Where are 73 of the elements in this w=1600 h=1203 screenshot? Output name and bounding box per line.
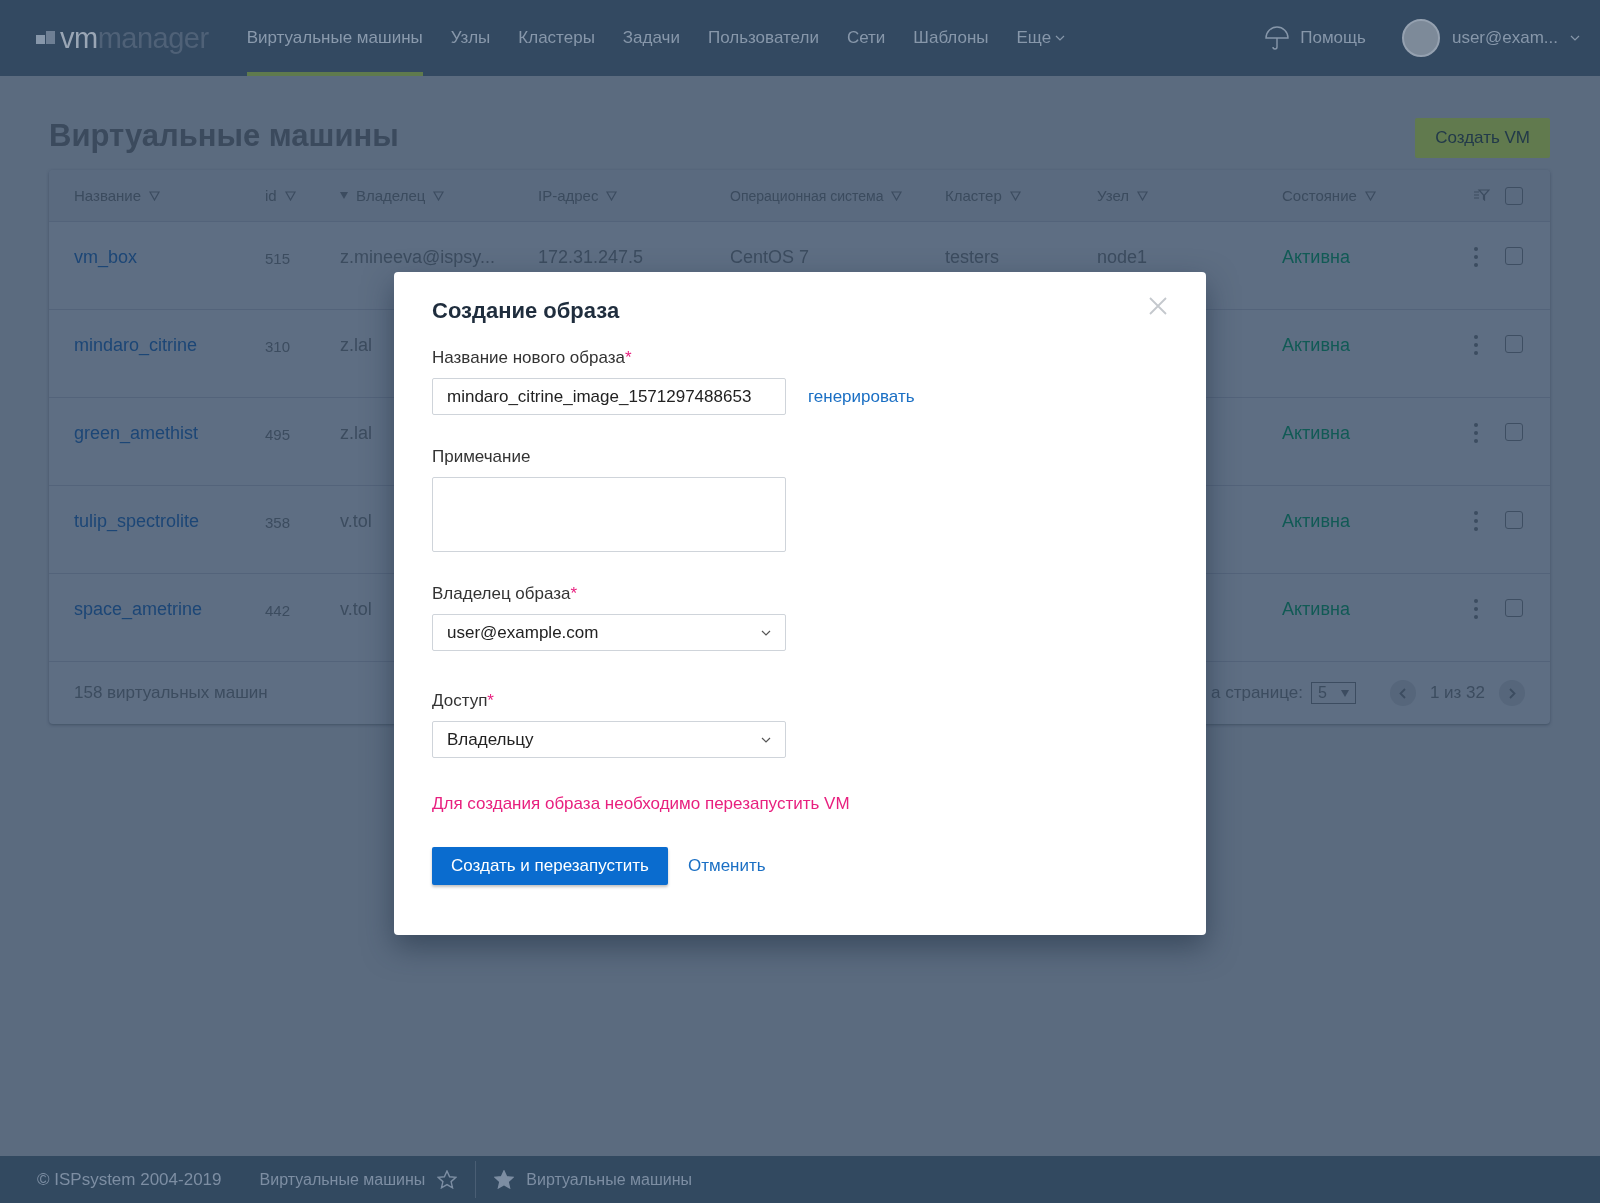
text-field[interactable]: mindaro_citrine_image_1571297488653 — [432, 378, 786, 415]
row-checkbox[interactable] — [1505, 423, 1523, 441]
vm-name-link[interactable]: green_amethist — [74, 423, 199, 443]
chevron-left-icon — [1399, 687, 1407, 699]
user-name[interactable]: user@exam... — [1451, 28, 1558, 48]
more-vertical-icon[interactable] — [1474, 335, 1478, 355]
dropdown-field[interactable]: Владельцу — [432, 721, 786, 758]
row-checkbox[interactable] — [1505, 247, 1523, 265]
status-text: Активна — [1282, 423, 1350, 443]
user-avatar[interactable] — [1401, 19, 1440, 57]
chevron-down-icon — [761, 736, 771, 743]
previous-page-button[interactable] — [1389, 680, 1416, 706]
more-vertical-icon[interactable] — [1474, 423, 1478, 443]
sort-arrow-icon[interactable] — [340, 192, 348, 199]
comment-field[interactable] — [432, 477, 786, 552]
more-vertical-icon[interactable] — [1474, 599, 1478, 619]
dropdown-arrow-icon — [1340, 689, 1349, 697]
filter-icon[interactable] — [1137, 190, 1148, 201]
vm-name-link[interactable]: space_ametrine — [74, 599, 203, 619]
field-label: Владелец образа* — [432, 584, 579, 604]
nav-tab[interactable]: Задачи — [622, 0, 680, 76]
create-vm-button[interactable]: Создать VM — [1415, 118, 1550, 158]
filter-icon[interactable] — [284, 190, 296, 201]
row-checkbox[interactable] — [1505, 599, 1523, 617]
umbrella-icon[interactable] — [1264, 25, 1291, 51]
next-page-button[interactable] — [1499, 680, 1525, 706]
select-all-checkbox[interactable] — [1505, 186, 1523, 205]
create-and-restart-button[interactable]: Создать и перезапустить — [432, 847, 668, 885]
chevron-right-icon — [1508, 687, 1516, 699]
nav-tab[interactable]: Пользователи — [707, 0, 819, 76]
field-label: Название нового образа* — [432, 348, 633, 368]
filter-icon[interactable] — [1009, 190, 1021, 201]
field-label: Доступ* — [432, 691, 495, 711]
more-menu[interactable]: Еще — [1016, 24, 1066, 52]
field-label: Примечание — [432, 447, 532, 467]
vm-name-link[interactable]: vm_box — [74, 247, 138, 267]
dropdown-field[interactable]: user@example.com — [432, 614, 786, 651]
status-text: Активна — [1282, 247, 1350, 267]
nav-tab[interactable]: Кластеры — [518, 0, 595, 76]
generate-link[interactable]: генерировать — [808, 386, 915, 407]
row-checkbox[interactable] — [1505, 511, 1523, 529]
filter-icon[interactable] — [606, 190, 618, 201]
warning-text: Для создания образа необходимо перезапустить VM — [432, 794, 851, 814]
chevron-down-icon — [1570, 35, 1580, 41]
nav-tab[interactable]: Узлы — [450, 0, 491, 76]
filter-icon[interactable] — [433, 190, 445, 201]
vm-name-link[interactable]: mindaro_citrine — [74, 335, 198, 355]
logo-mark-icon — [36, 31, 56, 45]
chevron-down-icon — [761, 629, 771, 636]
copyright-text: © ISPsystem 2004-2019 — [37, 1169, 222, 1189]
nav-tab[interactable]: Сети — [846, 0, 886, 76]
more-vertical-icon[interactable] — [1474, 511, 1478, 531]
star-icon[interactable] — [437, 1170, 458, 1189]
filter-icon[interactable] — [149, 190, 161, 201]
status-text: Активна — [1282, 335, 1350, 355]
status-text: Активна — [1282, 599, 1350, 619]
help-link[interactable]: Помощь — [1300, 28, 1366, 48]
dialog-title: Создание образа — [432, 298, 620, 324]
chevron-down-icon — [1055, 35, 1066, 41]
filled-star-icon[interactable] — [494, 1170, 515, 1189]
nav-tab[interactable]: Шаблоны — [913, 0, 989, 76]
column-settings-icon[interactable] — [1474, 189, 1490, 201]
vm-name-link[interactable]: tulip_spectrolite — [74, 511, 200, 531]
filter-icon[interactable] — [1364, 190, 1376, 201]
more-vertical-icon[interactable] — [1474, 247, 1478, 267]
nav-tab[interactable]: Виртуальные машины — [246, 0, 423, 76]
bookmark-link[interactable]: Виртуальные машины — [526, 1170, 692, 1189]
cancel-link[interactable]: Отменить — [687, 856, 766, 876]
filter-icon[interactable] — [891, 190, 903, 201]
row-checkbox[interactable] — [1505, 335, 1523, 353]
close-icon[interactable] — [1148, 296, 1168, 316]
status-text: Активна — [1282, 511, 1350, 531]
breadcrumb-text: Виртуальные машины — [259, 1170, 426, 1189]
